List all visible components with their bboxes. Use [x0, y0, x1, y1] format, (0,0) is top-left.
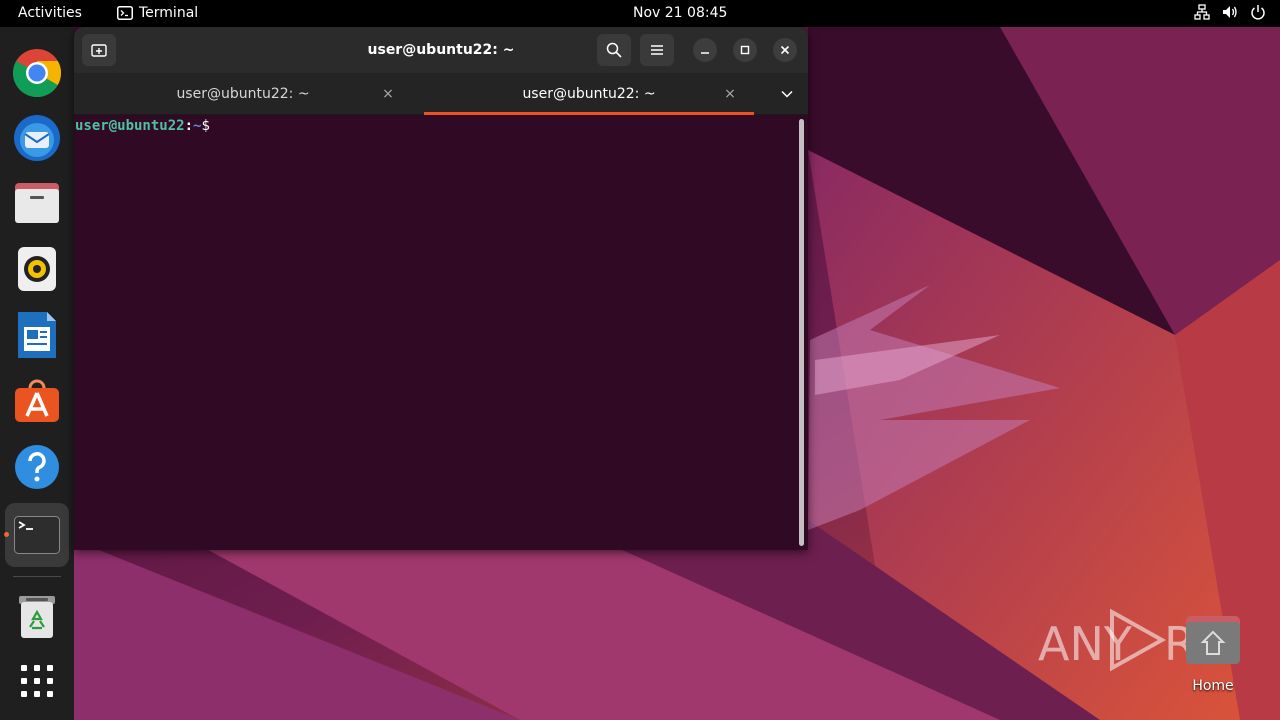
files-icon — [15, 183, 59, 223]
help-icon — [15, 445, 59, 489]
show-applications-button[interactable] — [5, 649, 69, 713]
dock-chrome[interactable] — [5, 41, 69, 105]
main-menu-button[interactable] — [640, 34, 674, 66]
hamburger-icon — [651, 45, 663, 55]
dock-ubuntu-software[interactable] — [5, 369, 69, 433]
dock-separator — [13, 576, 61, 577]
terminal-scrollbar[interactable] — [799, 119, 804, 546]
new-tab-icon — [91, 44, 107, 57]
dock-rhythmbox[interactable] — [5, 237, 69, 301]
tab-1-close-icon[interactable]: × — [380, 86, 396, 102]
prompt-colon: : — [184, 118, 194, 134]
terminal-output[interactable]: user@ubuntu22:~$ — [74, 115, 808, 550]
tab-2[interactable]: user@ubuntu22: ~ × — [424, 73, 754, 115]
close-window-button[interactable] — [773, 38, 797, 62]
rhythmbox-icon — [18, 247, 56, 291]
minimize-icon — [701, 52, 709, 54]
header-bar[interactable]: user@ubuntu22: ~ — [74, 27, 808, 73]
tab-bar: user@ubuntu22: ~ × user@ubuntu22: ~ × — [74, 73, 808, 115]
terminal-window: user@ubuntu22: ~ user@ubuntu22: ~ × user… — [74, 27, 808, 550]
trash-icon — [19, 596, 55, 638]
writer-icon — [18, 312, 56, 358]
desktop-home[interactable]: Home — [1176, 612, 1250, 702]
tabs-overview-button[interactable] — [774, 86, 800, 102]
new-tab-button[interactable] — [82, 34, 116, 66]
terminal-icon — [14, 516, 60, 554]
top-bar: Activities Terminal Nov 21 08:45 — [0, 0, 1280, 27]
tab-2-label: user@ubuntu22: ~ — [522, 86, 656, 102]
shell-prompt: user@ubuntu22:~$ — [75, 118, 210, 134]
power-icon[interactable] — [1250, 4, 1266, 20]
maximize-icon — [740, 45, 750, 55]
network-icon[interactable] — [1194, 4, 1210, 20]
prompt-user-host: user@ubuntu22 — [75, 118, 185, 134]
dock-thunderbird[interactable] — [5, 106, 69, 170]
software-store-icon — [15, 379, 59, 422]
clock[interactable]: Nov 21 08:45 — [633, 5, 727, 21]
thunderbird-icon — [14, 115, 60, 161]
chevron-down-icon — [781, 90, 793, 98]
chrome-icon — [12, 49, 62, 98]
system-tray[interactable] — [1194, 4, 1266, 20]
app-menu[interactable]: Terminal — [117, 5, 198, 21]
home-label: Home — [1192, 678, 1234, 694]
tab-2-close-icon[interactable]: × — [722, 86, 738, 102]
tab-1[interactable]: user@ubuntu22: ~ × — [74, 73, 412, 115]
maximize-button[interactable] — [733, 38, 757, 62]
search-icon — [606, 42, 622, 58]
close-icon — [780, 45, 790, 55]
dock-terminal[interactable] — [5, 503, 69, 567]
volume-icon[interactable] — [1222, 4, 1238, 20]
terminal-icon — [117, 6, 133, 20]
dock — [0, 27, 74, 720]
prompt-symbol: $ — [201, 118, 210, 134]
dock-trash[interactable] — [5, 585, 69, 649]
minimize-button[interactable] — [693, 38, 717, 62]
activities-button[interactable]: Activities — [18, 5, 82, 21]
app-grid-icon — [21, 665, 53, 697]
dock-libreoffice-writer[interactable] — [5, 303, 69, 367]
dock-help[interactable] — [5, 435, 69, 499]
dock-files[interactable] — [5, 171, 69, 235]
app-menu-label: Terminal — [139, 5, 199, 21]
tab-1-label: user@ubuntu22: ~ — [176, 86, 310, 102]
search-button[interactable] — [597, 34, 631, 66]
home-folder-icon — [1186, 616, 1240, 664]
